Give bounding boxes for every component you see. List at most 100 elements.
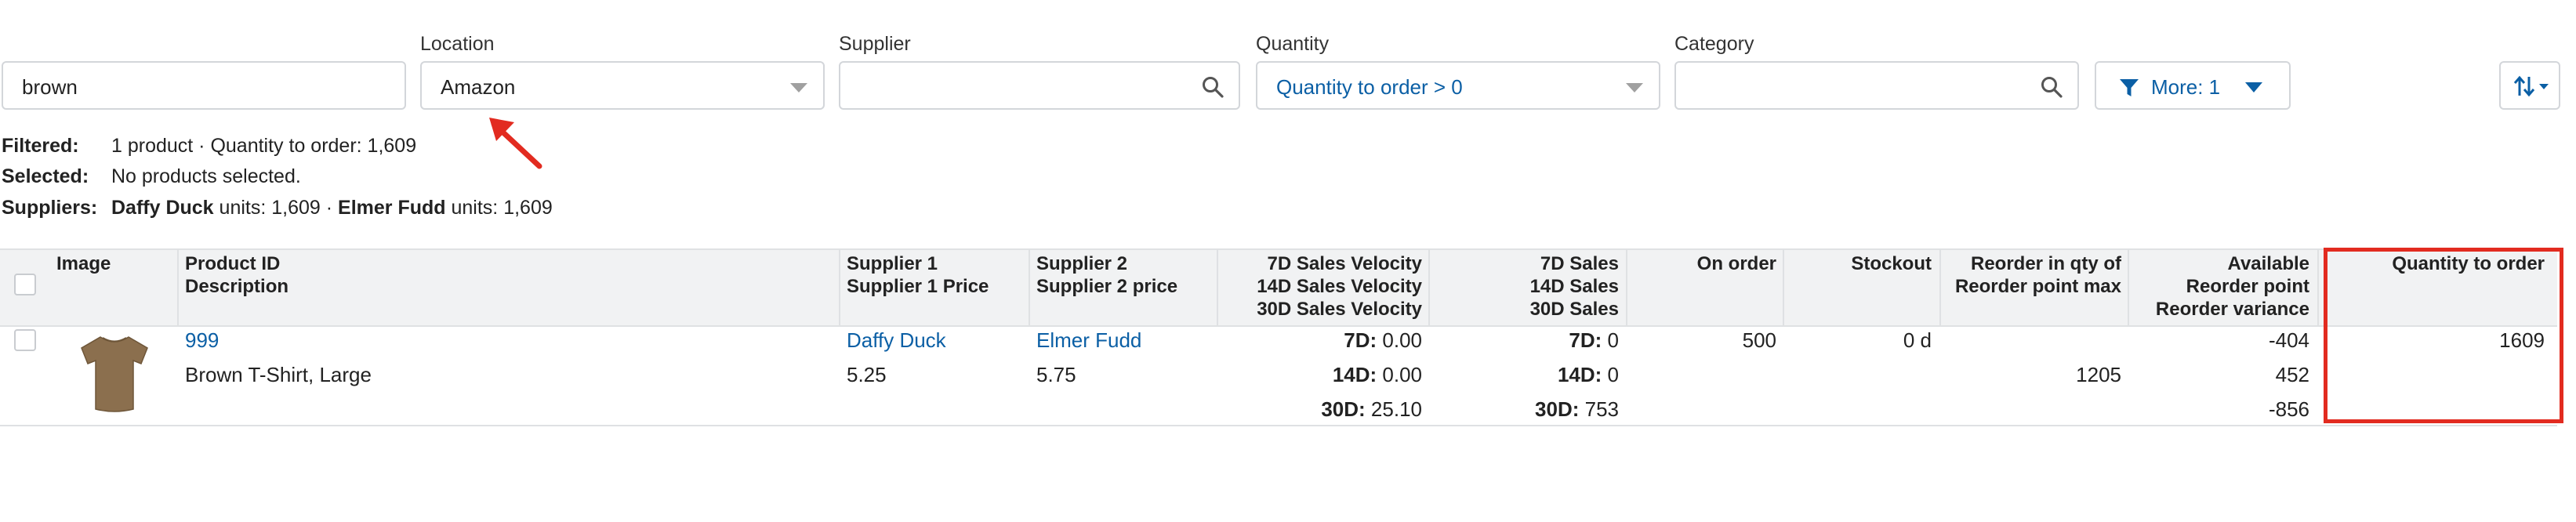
header-velocity-14d: 14D Sales Velocity (1257, 276, 1422, 297)
velocity-14d-label: 14D: (1332, 363, 1377, 386)
sales-7d-value: 0 (1602, 328, 1619, 352)
reorder-max-value: 1205 (2076, 363, 2121, 386)
header-stockout[interactable]: Stockout (1851, 252, 1932, 275)
header-quantity-to-order[interactable]: Quantity to order (2392, 252, 2545, 275)
summary-suppliers-value: Daffy Duck units: 1,609 · Elmer Fudd uni… (111, 197, 553, 219)
supplier-label: Supplier (839, 33, 911, 55)
more-filters-button[interactable]: More: 1 (2095, 61, 2291, 110)
quantity-select[interactable]: Quantity to order > 0 (1256, 61, 1660, 110)
header-sales-velocity[interactable]: 7D Sales Velocity 14D Sales Velocity 30D… (1257, 252, 1422, 321)
velocity-30d: 30D: 25.10 (1321, 397, 1422, 422)
quantity-select-value: Quantity to order > 0 (1276, 75, 1463, 99)
sales-14d-label: 14D: (1557, 363, 1602, 386)
column-divider (1029, 248, 1030, 325)
velocity-30d-value: 25.10 (1365, 397, 1422, 421)
column-divider (2317, 248, 2319, 325)
reorder-variance-value: -856 (2268, 397, 2309, 421)
velocity-14d-value: 0.00 (1377, 363, 1422, 386)
column-divider (2128, 248, 2129, 325)
header-image[interactable]: Image (56, 252, 111, 275)
supplier-input[interactable] (839, 61, 1240, 110)
search-icon[interactable] (2040, 75, 2063, 99)
header-available-label: Available (2227, 253, 2310, 274)
supplier1-price: 5.25 (847, 363, 887, 386)
velocity-7d-label: 7D: (1344, 328, 1377, 352)
supplier-name: Elmer Fudd (338, 197, 446, 219)
location-select-value: Amazon (441, 75, 516, 99)
supplier-name: Daffy Duck (111, 197, 214, 219)
summary-suppliers: Suppliers: Daffy Duck units: 1,609 · Elm… (2, 197, 553, 219)
product-description: Brown T-Shirt, Large (185, 363, 372, 386)
header-sales-30d: 30D Sales (1529, 299, 1619, 320)
supplier2-price: 5.75 (1036, 363, 1076, 386)
supplier-units: units: 1,609 · (213, 197, 339, 219)
velocity-7d-value: 0.00 (1377, 328, 1422, 352)
header-supplier1-name: Supplier 1 (847, 253, 938, 274)
header-reorder[interactable]: Reorder in qty of Reorder point max (1955, 252, 2121, 298)
header-reorder-max: Reorder point max (1954, 276, 2121, 297)
header-velocity-30d: 30D Sales Velocity (1257, 299, 1422, 320)
search-input[interactable]: brown (2, 61, 406, 110)
header-velocity-7d: 7D Sales Velocity (1267, 253, 1422, 274)
chevron-down-icon (1626, 83, 1643, 92)
product-id-link[interactable]: 999 (185, 328, 219, 353)
header-supplier2[interactable]: Supplier 2 Supplier 2 price (1036, 252, 1177, 298)
more-filters-label: More: 1 (2151, 75, 2221, 99)
row-divider (0, 425, 2557, 426)
summary-filtered-value: 1 product · Quantity to order: 1,609 (111, 135, 417, 157)
column-divider (1626, 248, 1627, 325)
summary-selected: Selected: No products selected. (2, 165, 301, 188)
header-reorder-variance: Reorder variance (2155, 299, 2309, 320)
header-supplier1-price: Supplier 1 Price (847, 276, 989, 297)
supplier-units: units: 1,609 (445, 197, 553, 219)
summary-filtered: Filtered: 1 product · Quantity to order:… (2, 135, 416, 158)
search-input-value: brown (22, 75, 78, 99)
brown-tshirt-thumbnail[interactable] (77, 332, 152, 414)
select-all-checkbox[interactable] (14, 274, 36, 295)
sales-7d: 7D: 0 (1569, 328, 1619, 353)
on-order-value: 500 (1742, 328, 1776, 352)
quantity-label: Quantity (1256, 33, 1330, 55)
velocity-14d: 14D: 0.00 (1333, 363, 1422, 387)
location-label: Location (420, 33, 495, 55)
header-supplier1[interactable]: Supplier 1 Supplier 1 Price (847, 252, 989, 298)
row-checkbox[interactable] (14, 329, 36, 351)
category-label: Category (1674, 33, 1754, 55)
column-divider (1428, 248, 1430, 325)
filter-icon (2120, 79, 2139, 96)
category-input[interactable] (1674, 61, 2079, 110)
sort-button[interactable] (2499, 61, 2560, 110)
header-reorder-qty: Reorder in qty of (1970, 253, 2121, 274)
velocity-30d-label: 30D: (1321, 397, 1366, 421)
location-select[interactable]: Amazon (420, 61, 825, 110)
sort-icon (2513, 75, 2549, 97)
sales-30d-value: 753 (1579, 397, 1619, 421)
search-icon[interactable] (1201, 75, 1225, 99)
header-sales-7d: 7D Sales (1540, 253, 1619, 274)
quantity-to-order-value[interactable]: 1609 (2499, 328, 2545, 353)
velocity-7d: 7D: 0.00 (1344, 328, 1422, 353)
reorder-point-value: 452 (2275, 363, 2309, 386)
header-on-order[interactable]: On order (1697, 252, 1776, 275)
chevron-down-icon (790, 83, 807, 92)
column-divider (177, 248, 179, 325)
summary-suppliers-label: Suppliers: (2, 197, 98, 219)
summary-selected-label: Selected: (2, 165, 89, 187)
annotation-arrow-icon (489, 118, 542, 169)
supplier1-link[interactable]: Daffy Duck (847, 328, 946, 353)
available-value: -404 (2268, 328, 2309, 352)
header-product-id: Product ID (185, 253, 281, 274)
header-product[interactable]: Product ID Description (185, 252, 288, 298)
header-supplier2-price: Supplier 2 price (1036, 276, 1178, 297)
summary-filtered-label: Filtered: (2, 135, 79, 157)
header-supplier2-name: Supplier 2 (1036, 253, 1128, 274)
header-available[interactable]: Available Reorder point Reorder variance (2156, 252, 2309, 321)
stockout-value: 0 d (1903, 328, 1932, 352)
sales-14d: 14D: 0 (1558, 363, 1619, 387)
column-divider (1939, 248, 1941, 325)
header-sales[interactable]: 7D Sales 14D Sales 30D Sales (1530, 252, 1619, 321)
header-reorder-point: Reorder point (2186, 276, 2309, 297)
supplier2-link[interactable]: Elmer Fudd (1036, 328, 1141, 353)
header-description: Description (185, 276, 289, 297)
sales-14d-value: 0 (1602, 363, 1619, 386)
